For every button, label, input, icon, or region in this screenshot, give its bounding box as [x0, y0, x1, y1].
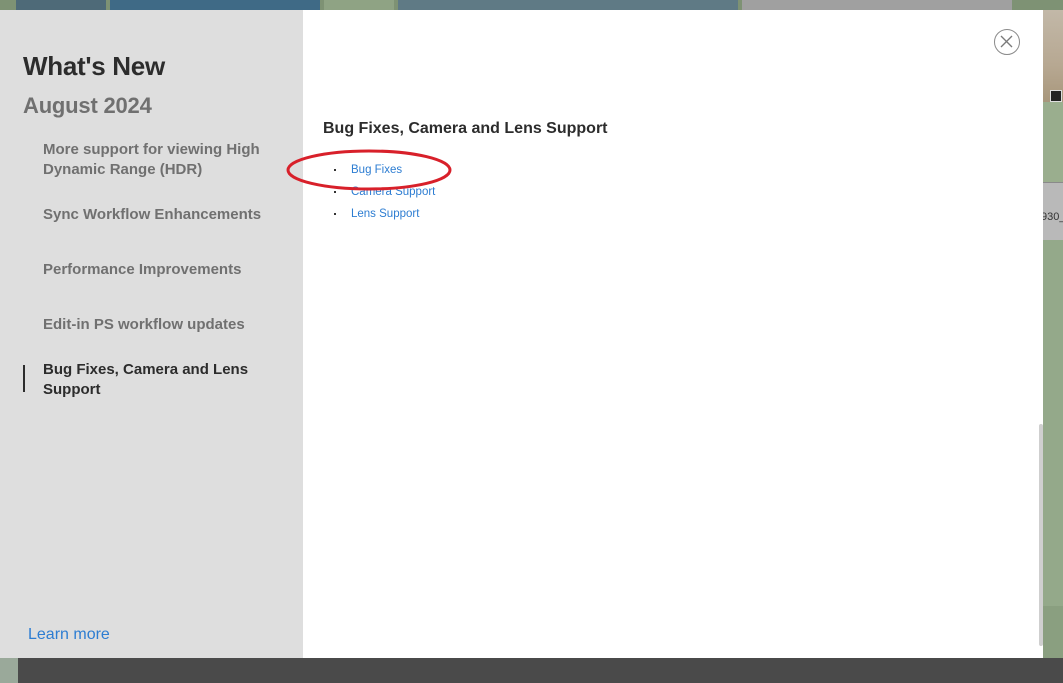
content-scrollbar[interactable]	[1039, 424, 1043, 646]
bullet	[334, 213, 336, 215]
dialog-title: What's New	[23, 51, 165, 81]
filmstrip-thumbnails	[0, 0, 1063, 10]
list-item: Lens Support	[333, 204, 435, 226]
list-item: Camera Support	[333, 182, 435, 204]
background-corner	[0, 658, 18, 683]
dialog-content: Bug Fixes, Camera and Lens Support Bug F…	[286, 10, 1043, 658]
nav-item-sync-workflow[interactable]: Sync Workflow Enhancements	[43, 205, 278, 225]
nav-item-performance[interactable]: Performance Improvements	[43, 260, 278, 280]
background-panel	[1043, 240, 1063, 606]
active-nav-indicator	[23, 365, 25, 392]
nav-item-hdr[interactable]: More support for viewing High Dynamic Ra…	[43, 140, 278, 180]
background-panel	[1043, 102, 1063, 182]
close-button[interactable]	[994, 29, 1020, 55]
bullet	[334, 169, 336, 171]
filename-text: 930_	[1043, 211, 1063, 223]
bug-fixes-link[interactable]: Bug Fixes	[351, 164, 402, 176]
dialog-sidebar: What's New August 2024 More support for …	[0, 10, 303, 658]
close-icon	[1000, 35, 1013, 48]
section-heading: Bug Fixes, Camera and Lens Support	[323, 120, 608, 137]
nav-item-bug-fixes[interactable]: Bug Fixes, Camera and Lens Support	[43, 360, 278, 400]
badge-icon	[1050, 90, 1062, 102]
section-link-list: Bug Fixes Camera Support Lens Support	[333, 160, 435, 226]
thumbnail[interactable]	[110, 0, 320, 10]
thumbnail[interactable]	[742, 0, 1012, 10]
background-filename-label: 930_	[1043, 182, 1063, 242]
lens-support-link[interactable]: Lens Support	[351, 208, 419, 220]
whats-new-dialog: What's New August 2024 More support for …	[0, 10, 1043, 658]
bullet	[334, 191, 336, 193]
list-item: Bug Fixes	[333, 160, 435, 182]
camera-support-link[interactable]: Camera Support	[351, 186, 435, 198]
background-photo	[1043, 10, 1063, 102]
background-bottom-bar	[0, 658, 1063, 683]
nav-item-edit-in-ps[interactable]: Edit-in PS workflow updates	[43, 315, 278, 335]
thumbnail[interactable]	[16, 0, 106, 10]
thumbnail[interactable]	[398, 0, 738, 10]
thumbnail[interactable]	[324, 0, 394, 10]
learn-more-link[interactable]: Learn more	[28, 626, 110, 644]
dialog-subtitle: August 2024	[23, 93, 152, 118]
